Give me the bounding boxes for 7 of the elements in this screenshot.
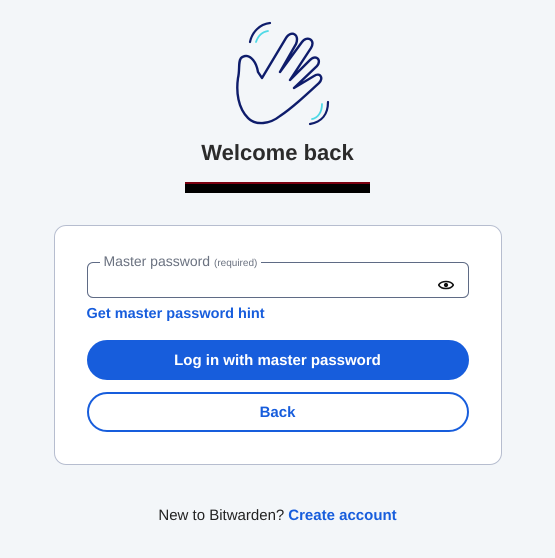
password-field[interactable]: Master password (required)	[86, 254, 468, 298]
login-button[interactable]: Log in with master password	[86, 340, 468, 380]
footer-text: New to Bitwarden?	[158, 507, 284, 524]
page-title: Welcome back	[201, 140, 354, 166]
create-account-link[interactable]: Create account	[288, 507, 397, 524]
password-hint-link[interactable]: Get master password hint	[86, 306, 265, 322]
back-button[interactable]: Back	[86, 392, 468, 432]
